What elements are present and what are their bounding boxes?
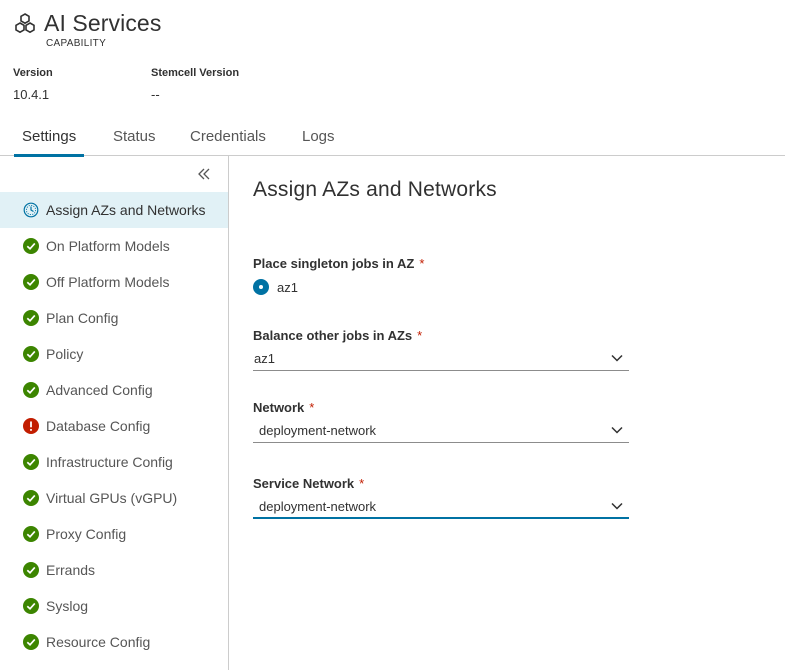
required-indicator: * [419,256,425,271]
version-value: 10.4.1 [13,87,50,102]
sidebar-item-label: Syslog [46,598,89,614]
version-info: Version 10.4.1 [13,67,53,102]
tab-logs[interactable]: Logs [302,120,335,156]
sidebar: Assign AZs and Networks On Platform Mode… [0,156,229,670]
select-value: deployment-network [259,499,377,514]
sidebar-item-proxy-config[interactable]: Proxy Config [0,516,228,552]
double-chevron-left-icon[interactable] [196,166,212,182]
network-label: Network * [253,400,314,415]
singleton-az-radio-az1[interactable]: az1 [253,279,298,295]
stemcell-value: -- [151,87,160,102]
check-circle-icon [23,490,39,506]
sidebar-item-label: Plan Config [46,310,119,326]
sidebar-item-label: Proxy Config [46,526,127,542]
sidebar-item-label: Assign AZs and Networks [46,202,206,218]
error-circle-icon [23,418,39,434]
version-label: Version [13,67,53,79]
check-circle-icon [23,526,39,542]
required-indicator: * [359,476,365,491]
radio-option-label: az1 [277,279,298,295]
page-title: AI Services [44,10,162,36]
check-circle-icon [23,598,39,614]
tab-bar: Settings Status Credentials Logs [0,120,785,157]
singleton-az-label: Place singleton jobs in AZ * [253,256,424,271]
sidebar-item-database-config[interactable]: Database Config [0,408,228,444]
stemcell-info: Stemcell Version -- [151,67,239,102]
tab-credentials[interactable]: Credentials [190,120,266,156]
chevron-down-icon [611,502,623,510]
sidebar-item-label: On Platform Models [46,238,170,254]
sidebar-item-label: Resource Config [46,634,151,650]
chevron-down-icon [611,354,623,362]
check-circle-icon [23,382,39,398]
sidebar-item-off-platform-models[interactable]: Off Platform Models [0,264,228,300]
check-circle-icon [23,634,39,650]
sidebar-item-advanced-config[interactable]: Advanced Config [0,372,228,408]
required-indicator: * [417,328,423,343]
sidebar-item-label: Off Platform Models [46,274,170,290]
sidebar-item-infrastructure-config[interactable]: Infrastructure Config [0,444,228,480]
check-circle-icon [23,562,39,578]
singleton-az-label-text: Place singleton jobs in AZ [253,256,415,271]
network-select[interactable]: deployment-network [253,419,629,443]
check-circle-icon [23,238,39,254]
sidebar-item-syslog[interactable]: Syslog [0,588,228,624]
radio-selected-icon[interactable] [253,279,269,295]
required-indicator: * [309,400,315,415]
sidebar-item-label: Infrastructure Config [46,454,173,470]
section-title: Assign AZs and Networks [253,178,497,201]
sidebar-item-label: Database Config [46,418,151,434]
balance-azs-select[interactable]: az1 [253,347,629,371]
stemcell-label: Stemcell Version [151,67,240,79]
check-circle-icon [23,346,39,362]
hexagon-cluster-icon [15,12,35,33]
check-circle-icon [23,274,39,290]
balance-azs-label: Balance other jobs in AZs * [253,328,422,343]
sidebar-item-plan-config[interactable]: Plan Config [0,300,228,336]
page-subtitle: CAPABILITY [46,38,107,49]
service-network-select[interactable]: deployment-network [253,495,629,519]
sidebar-item-on-platform-models[interactable]: On Platform Models [0,228,228,264]
select-value: az1 [254,351,275,366]
sidebar-item-label: Errands [46,562,96,578]
service-network-label: Service Network * [253,476,364,491]
network-label-text: Network [253,400,305,415]
check-circle-icon [23,454,39,470]
sidebar-item-resource-config[interactable]: Resource Config [0,624,228,660]
service-network-label-text: Service Network [253,476,355,491]
sidebar-item-label: Policy [46,346,84,362]
tab-settings[interactable]: Settings [13,120,85,157]
sidebar-item-virtual-gpus[interactable]: Virtual GPUs (vGPU) [0,480,228,516]
chevron-down-icon [611,426,623,434]
sidebar-item-errands[interactable]: Errands [0,552,228,588]
tab-status[interactable]: Status [113,120,156,156]
select-value: deployment-network [259,423,377,438]
sidebar-item-label: Virtual GPUs (vGPU) [46,490,178,506]
check-circle-icon [23,310,39,326]
balance-azs-label-text: Balance other jobs in AZs [253,328,413,343]
clock-icon [23,202,39,218]
sidebar-item-label: Advanced Config [46,382,153,398]
page-header: AI Services CAPABILITY [13,10,162,49]
sidebar-item-assign-azs-and-networks[interactable]: Assign AZs and Networks [0,192,228,228]
sidebar-item-policy[interactable]: Policy [0,336,228,372]
